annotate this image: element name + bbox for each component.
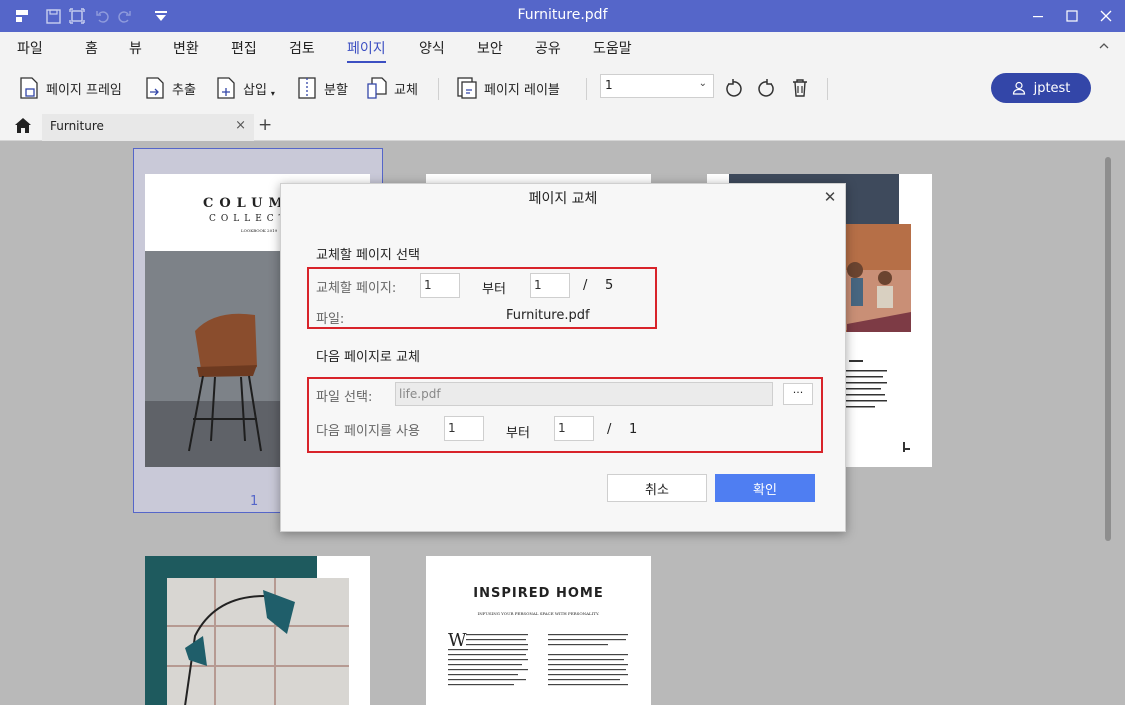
extract-button[interactable]: 추출 [144,74,196,102]
use-from-input[interactable]: 1 [444,416,484,441]
vertical-scrollbar[interactable] [1105,157,1111,541]
thumb-subheading: INFUSING YOUR PERSONAL SPACE WITH PERSON… [477,611,600,616]
rotate-left-icon [726,79,742,97]
document-tab-bar: Furniture × + [0,112,1125,141]
rotate-left-button[interactable] [723,74,743,102]
choose-file-label: 파일 선택: [316,390,373,405]
rotate-right-button[interactable] [757,74,777,102]
toolbar-separator [827,78,828,100]
page-thumbnail-4[interactable] [145,556,370,705]
lamp-photo [145,556,370,705]
thumb-subtitle: COLLECT [209,214,290,224]
dialog-close-icon[interactable]: ✕ [821,188,839,206]
menu-page[interactable]: 페이지 [347,38,386,63]
use-to-input[interactable]: 1 [554,416,594,441]
title-bar: Furniture.pdf [0,0,1125,32]
ok-button[interactable]: 확인 [715,474,815,502]
replace-button[interactable]: 교체 [366,74,418,102]
use-total-pages-label: 1 [629,422,638,437]
toolbar-separator [586,78,587,100]
new-tab-icon[interactable]: + [258,115,272,135]
page-number-select[interactable]: 1 ⌄ [600,74,714,98]
close-tab-icon[interactable]: × [235,118,246,133]
thumb-small-text: LOOKBOOK 2019 [241,228,278,233]
page-label-icon [457,77,477,99]
user-icon [1012,81,1025,95]
split-icon [298,77,316,99]
source-file-name: Furniture.pdf [506,308,590,323]
collapse-ribbon-icon[interactable] [1098,40,1110,56]
total-pages-label: 5 [605,278,614,293]
replace-icon [367,77,387,99]
page-thumbnail-5[interactable]: INSPIRED HOME INFUSING YOUR PERSONAL SPA… [426,556,651,705]
trash-icon [793,79,807,97]
insert-button[interactable]: 삽입 ▾ [215,74,275,102]
page-frame-icon [20,77,38,99]
use-slash-label: / [607,422,612,437]
chevron-down-icon: ⌄ [698,78,707,89]
menu-share[interactable]: 공유 [535,38,561,58]
menu-view[interactable]: 뷰 [129,38,142,58]
rotate-right-icon [758,79,774,97]
use-from-word-label: 부터 [506,426,530,441]
replace-pages-dialog: 페이지 교체 ✕ 교체할 페이지 선택 교체할 페이지: 1 부터 1 / 5 … [280,183,846,532]
document-tab[interactable]: Furniture × [42,114,254,141]
page-number-label: 1 [250,494,259,509]
svg-text:W: W [448,630,467,651]
chosen-file-field[interactable]: life.pdf [395,382,773,406]
minimize-button[interactable] [1021,0,1055,32]
menu-home[interactable]: 홈 [85,38,98,58]
delete-page-button[interactable] [791,74,809,102]
page-toolbar: 페이지 프레임 추출 삽입 ▾ 분할 교체 페이지 레이블 1 ⌄ jptest [0,64,1125,112]
slash-label: / [583,278,588,293]
use-pages-label: 다음 페이지를 사용 [316,424,420,439]
menu-help[interactable]: 도움말 [593,38,632,58]
menu-edit[interactable]: 편집 [231,38,257,58]
replace-pages-label: 교체할 페이지: [316,281,397,296]
close-window-button[interactable] [1089,0,1123,32]
browse-file-button[interactable]: ··· [783,383,813,405]
file-label: 파일: [316,312,345,327]
cancel-button[interactable]: 취소 [607,474,707,502]
page-frame-button[interactable]: 페이지 프레임 [18,74,122,102]
section-replace-with-title: 다음 페이지로 교체 [316,350,420,365]
toolbar-separator [438,78,439,100]
replace-to-input[interactable]: 1 [530,273,570,298]
extract-icon [146,77,164,99]
menu-review[interactable]: 검토 [289,38,315,58]
dialog-title: 페이지 교체 [528,191,598,207]
menu-forms[interactable]: 양식 [419,38,445,58]
user-account-button[interactable]: jptest [991,73,1091,103]
insert-dropdown-icon[interactable]: ▾ [271,89,275,98]
section-select-pages-title: 교체할 페이지 선택 [316,248,420,263]
replace-from-input[interactable]: 1 [420,273,460,298]
menu-security[interactable]: 보안 [477,38,503,58]
window-title: Furniture.pdf [517,7,608,23]
thumb-heading: INSPIRED HOME [473,586,604,601]
maximize-button[interactable] [1055,0,1089,32]
split-button[interactable]: 분할 [296,74,348,102]
home-icon[interactable] [14,117,32,138]
insert-icon [217,77,235,99]
menu-file[interactable]: 파일 [17,38,43,58]
from-word-label: 부터 [482,282,506,297]
menu-bar: 파일 홈 뷰 변환 편집 검토 페이지 양식 보안 공유 도움말 [0,32,1125,64]
page-label-button[interactable]: 페이지 레이블 [456,74,560,102]
thumb-body-text: W [448,630,628,686]
menu-convert[interactable]: 변환 [173,38,199,58]
